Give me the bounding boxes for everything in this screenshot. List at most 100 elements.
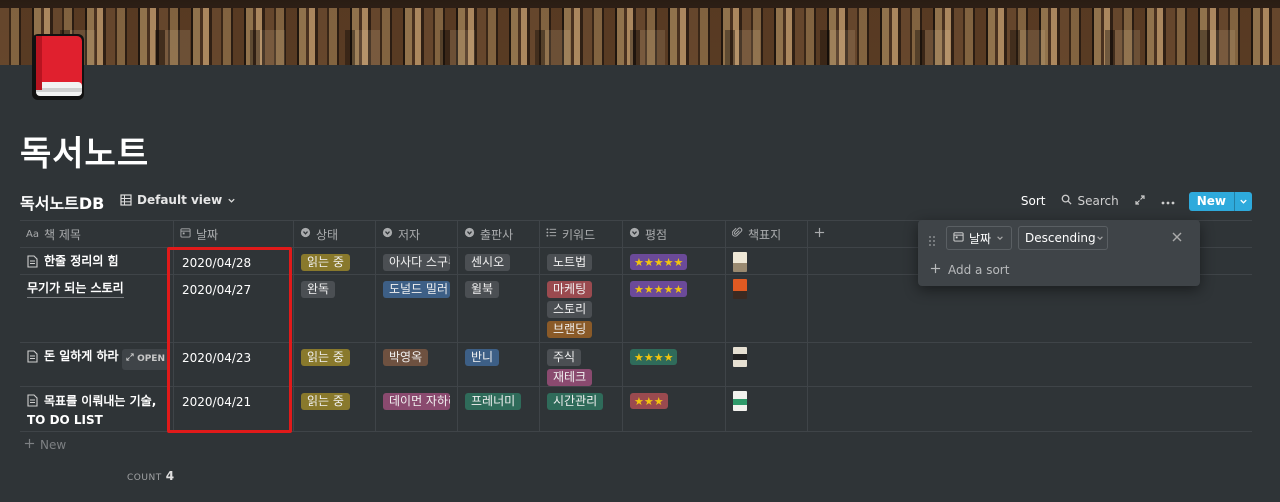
publisher-cell[interactable]: 센시오 <box>458 248 540 274</box>
column-header-author[interactable]: 저자 <box>376 221 458 247</box>
drag-handle-icon[interactable] <box>928 232 936 251</box>
rating-stars: ★★★★★ <box>630 254 688 270</box>
keyword-tag: 재테크 <box>547 369 593 386</box>
author-tag: 박영옥 <box>383 349 429 366</box>
book-title[interactable]: 목표를 이뤄내는 기술, TO DO LIST <box>27 394 156 427</box>
red-book-icon[interactable] <box>28 32 88 104</box>
book-title[interactable]: 무기가 되는 스토리 <box>27 280 124 298</box>
table-view-icon <box>120 194 132 206</box>
publisher-tag: 프레너미 <box>465 393 522 410</box>
column-header-title[interactable]: Aa 책 제목 <box>20 221 174 247</box>
column-label: 책 제목 <box>43 227 81 242</box>
new-record-button[interactable]: New <box>1188 191 1252 211</box>
book-cover-thumbnail[interactable] <box>733 391 747 411</box>
database-title[interactable]: 독서노트DB <box>20 190 104 214</box>
keywords-cell[interactable]: 시간관리 <box>540 387 623 431</box>
rating-cell[interactable]: ★★★ <box>623 387 726 431</box>
column-label: 평점 <box>645 227 668 242</box>
author-cell[interactable]: 아사다 스구루 <box>376 248 458 274</box>
cover-cell[interactable] <box>726 387 808 431</box>
remove-sort-close-icon[interactable] <box>1172 231 1182 245</box>
cover-cell[interactable] <box>726 248 808 274</box>
cover-cell[interactable] <box>726 275 808 342</box>
page-cover-image[interactable] <box>0 0 1280 65</box>
status-cell[interactable]: 읽는 중 <box>294 248 376 274</box>
count-value: 4 <box>165 469 175 483</box>
search-button[interactable]: Search <box>1061 194 1119 208</box>
publisher-cell[interactable]: 프레너미 <box>458 387 540 431</box>
title-cell[interactable]: 무기가 되는 스토리 <box>20 275 174 342</box>
plus-icon <box>930 263 941 277</box>
sort-popup: 날짜 Descending Add a sort <box>918 220 1200 286</box>
column-header-rating[interactable]: 평점 <box>623 221 726 247</box>
text-aa-icon: Aa <box>26 228 39 240</box>
publisher-cell[interactable]: 반니 <box>458 343 540 386</box>
database-toolbar: Sort Search New <box>1005 190 1252 212</box>
book-cover-thumbnail[interactable] <box>733 252 747 272</box>
keywords-cell[interactable]: 주식 재테크 <box>540 343 623 386</box>
count-label: COUNT <box>127 473 162 483</box>
column-header-keywords[interactable]: 키워드 <box>540 221 623 247</box>
add-column-button[interactable] <box>808 221 848 247</box>
multi-select-icon <box>546 227 557 241</box>
new-label: New <box>1196 193 1226 208</box>
book-cover-thumbnail[interactable] <box>733 279 747 299</box>
keywords-cell[interactable]: 노트법 <box>540 248 623 274</box>
title-cell[interactable]: 목표를 이뤄내는 기술, TO DO LIST <box>20 387 174 431</box>
publisher-tag: 윌북 <box>465 281 500 298</box>
row-count[interactable]: COUNT 4 <box>127 469 175 483</box>
author-tag: 아사다 스구루 <box>383 254 450 271</box>
rating-cell[interactable]: ★★★★★ <box>623 248 726 274</box>
bookshelf-shading <box>0 30 1280 65</box>
chevron-down-icon <box>996 231 1004 245</box>
column-header-publisher[interactable]: 출판사 <box>458 221 540 247</box>
rating-cell[interactable]: ★★★★★ <box>623 275 726 342</box>
keywords-cell[interactable]: 마케팅 스토리 브랜딩 <box>540 275 623 342</box>
add-row-button[interactable]: New <box>20 432 1252 458</box>
select-icon <box>629 227 640 241</box>
new-dropdown-chevron-icon[interactable] <box>1234 191 1252 211</box>
calendar-icon <box>180 227 191 241</box>
book-cover-thumbnail[interactable] <box>733 347 747 367</box>
rating-cell[interactable]: ★★★★ <box>623 343 726 386</box>
author-tag: 도널드 밀러 <box>383 281 450 298</box>
author-cell[interactable]: 데이먼 자하리아데스 <box>376 387 458 431</box>
sort-property-select[interactable]: 날짜 <box>946 226 1012 250</box>
expand-button[interactable] <box>1135 194 1145 208</box>
select-icon <box>300 227 311 241</box>
author-cell[interactable]: 박영옥 <box>376 343 458 386</box>
column-header-date[interactable]: 날짜 <box>174 221 294 247</box>
book-title[interactable]: 한줄 정리의 힘 <box>44 253 119 270</box>
view-switcher[interactable]: Default view <box>120 193 236 207</box>
add-row-cell[interactable]: New <box>20 432 174 458</box>
title-cell[interactable]: 한줄 정리의 힘 <box>20 248 174 274</box>
open-page-button[interactable]: OPEN <box>122 349 169 370</box>
search-icon <box>1061 194 1073 208</box>
status-tag: 완독 <box>301 281 336 298</box>
column-label: 책표지 <box>748 227 782 242</box>
column-header-status[interactable]: 상태 <box>294 221 376 247</box>
publisher-cell[interactable]: 윌북 <box>458 275 540 342</box>
keyword-tag: 마케팅 <box>547 281 593 298</box>
sort-direction-select[interactable]: Descending <box>1018 226 1108 250</box>
empty-cell <box>808 275 848 342</box>
sort-property-label: 날짜 <box>969 231 992 246</box>
status-cell[interactable]: 읽는 중 <box>294 387 376 431</box>
author-cell[interactable]: 도널드 밀러 <box>376 275 458 342</box>
ellipsis-icon <box>1161 194 1175 208</box>
status-cell[interactable]: 완독 <box>294 275 376 342</box>
empty-cell <box>808 343 848 386</box>
title-cell[interactable]: 돈 일하게 하라 OPEN <box>20 343 174 386</box>
page-title: 독서노트 <box>20 134 150 174</box>
add-sort-button[interactable]: Add a sort <box>930 263 1009 277</box>
sort-button[interactable]: Sort <box>1021 194 1046 208</box>
select-icon <box>382 227 393 241</box>
status-cell[interactable]: 읽는 중 <box>294 343 376 386</box>
cover-cell[interactable] <box>726 343 808 386</box>
empty-cell <box>808 387 848 431</box>
column-header-cover[interactable]: 책표지 <box>726 221 808 247</box>
empty-cell <box>808 248 848 274</box>
book-title[interactable]: 돈 일하게 하라 <box>44 348 119 365</box>
publisher-tag: 센시오 <box>465 254 511 271</box>
more-options-button[interactable] <box>1161 194 1175 208</box>
